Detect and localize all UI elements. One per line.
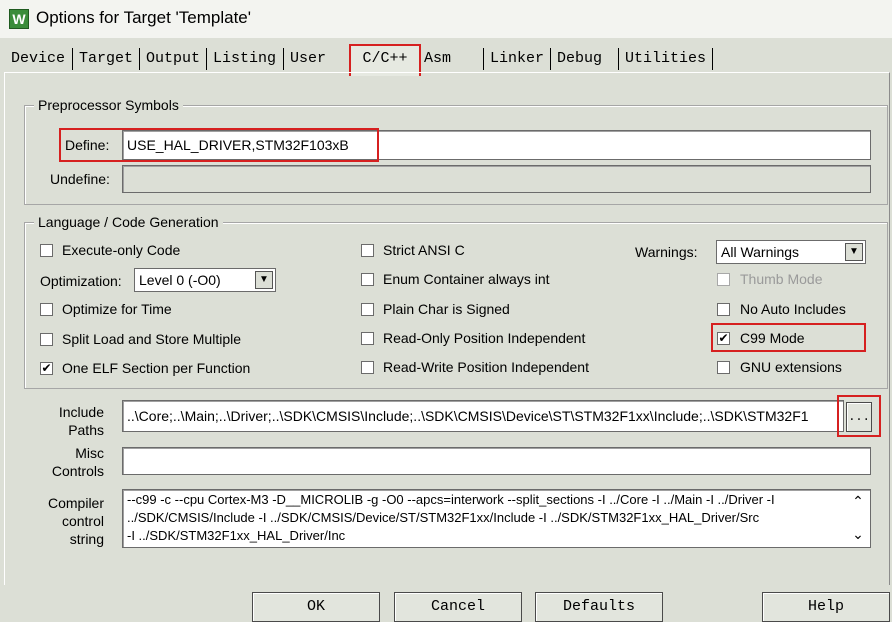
misc-controls-input[interactable] <box>122 447 871 475</box>
tab-device[interactable]: Device <box>11 46 65 72</box>
define-label: Define: <box>65 137 110 153</box>
enum-container-checkbox[interactable] <box>361 273 374 286</box>
tab-separator <box>483 48 484 70</box>
optimization-select[interactable]: Level 0 (-O0) ▼ <box>134 268 276 292</box>
one-elf-checkbox[interactable]: ✔ <box>40 362 53 375</box>
gnu-ext-label: GNU extensions <box>740 359 842 375</box>
undefine-input[interactable] <box>122 165 871 193</box>
tab-separator <box>139 48 140 70</box>
warnings-value: All Warnings <box>721 244 800 260</box>
include-paths-input[interactable]: ..\Core;..\Main;..\Driver;..\SDK\CMSIS\I… <box>122 400 844 432</box>
optimization-value: Level 0 (-O0) <box>139 272 221 288</box>
tab-linker[interactable]: Linker <box>490 46 544 72</box>
chevron-down-icon[interactable]: ▼ <box>255 271 273 289</box>
scroll-up-icon[interactable]: ⌃ <box>850 493 866 510</box>
tab-separator <box>712 48 713 70</box>
ro-pi-label: Read-Only Position Independent <box>383 330 586 346</box>
no-auto-includes-checkbox[interactable] <box>717 303 730 316</box>
tab-separator <box>206 48 207 70</box>
defaults-button[interactable]: Defaults <box>535 592 663 622</box>
compiler-label-1: Compiler <box>47 495 104 511</box>
thumb-mode-checkbox[interactable] <box>717 273 730 286</box>
include-paths-label-1: Include <box>58 404 104 420</box>
optimize-time-label: Optimize for Time <box>62 301 172 317</box>
include-paths-browse-button[interactable]: ... <box>846 402 872 432</box>
plain-char-checkbox[interactable] <box>361 303 374 316</box>
tab-separator <box>618 48 619 70</box>
window-title: Options for Target 'Template' <box>36 8 252 27</box>
compiler-label-2: control <box>61 513 104 529</box>
tab-separator <box>283 48 284 70</box>
optimize-time-checkbox[interactable] <box>40 303 53 316</box>
thumb-mode-label: Thumb Mode <box>740 271 823 287</box>
keil-app-icon: W <box>9 9 29 29</box>
define-input[interactable]: USE_HAL_DRIVER,STM32F103xB <box>122 130 871 160</box>
check-icon: ✔ <box>41 361 52 375</box>
check-icon: ✔ <box>718 331 729 345</box>
include-paths-label-2: Paths <box>68 422 104 438</box>
enum-container-label: Enum Container always int <box>383 271 550 287</box>
undefine-label: Undefine: <box>50 171 110 187</box>
tab-asm[interactable]: Asm <box>424 46 451 72</box>
ok-button[interactable]: OK <box>252 592 380 622</box>
no-auto-includes-label: No Auto Includes <box>740 301 846 317</box>
language-legend: Language / Code Generation <box>34 214 223 230</box>
tab-output[interactable]: Output <box>146 46 200 72</box>
misc-controls-label-2: Controls <box>51 463 104 479</box>
warnings-label: Warnings: <box>635 244 698 260</box>
c99-mode-label: C99 Mode <box>740 330 805 346</box>
cancel-button[interactable]: Cancel <box>394 592 522 622</box>
help-button[interactable]: Help <box>762 592 890 622</box>
split-load-label: Split Load and Store Multiple <box>62 331 241 347</box>
tab-debug[interactable]: Debug <box>557 46 602 72</box>
scroll-down-icon[interactable]: ⌄ <box>850 526 866 543</box>
preprocessor-legend: Preprocessor Symbols <box>34 97 183 113</box>
ro-pi-checkbox[interactable] <box>361 332 374 345</box>
optimization-label: Optimization: <box>40 273 122 289</box>
warnings-select[interactable]: All Warnings ▼ <box>716 240 866 264</box>
split-load-checkbox[interactable] <box>40 333 53 346</box>
execute-only-checkbox[interactable] <box>40 244 53 257</box>
compiler-label-3: string <box>69 531 104 547</box>
compiler-string-line: ../SDK/CMSIS/Include -I ../SDK/CMSIS/Dev… <box>127 510 760 525</box>
strict-ansi-checkbox[interactable] <box>361 244 374 257</box>
gnu-ext-checkbox[interactable] <box>717 361 730 374</box>
one-elf-label: One ELF Section per Function <box>62 360 251 376</box>
strict-ansi-label: Strict ANSI C <box>383 242 465 258</box>
rw-pi-checkbox[interactable] <box>361 361 374 374</box>
tab-listing[interactable]: Listing <box>213 46 276 72</box>
tab-user[interactable]: User <box>290 46 326 72</box>
plain-char-label: Plain Char is Signed <box>383 301 510 317</box>
c99-mode-checkbox[interactable]: ✔ <box>717 332 730 345</box>
misc-controls-label-1: Misc <box>75 445 104 461</box>
compiler-control-string[interactable]: --c99 -c --cpu Cortex-M3 -D__MICROLIB -g… <box>122 489 871 548</box>
tab-separator <box>550 48 551 70</box>
tab-separator <box>72 48 73 70</box>
rw-pi-label: Read-Write Position Independent <box>383 359 589 375</box>
tab-utilities[interactable]: Utilities <box>625 46 706 72</box>
title-bar: W Options for Target 'Template' <box>0 0 892 38</box>
chevron-down-icon[interactable]: ▼ <box>845 243 863 261</box>
execute-only-label: Execute-only Code <box>62 242 181 258</box>
tab-target[interactable]: Target <box>79 46 133 72</box>
compiler-string-line: -I ../SDK/STM32F1xx_HAL_Driver/Inc <box>127 528 346 543</box>
compiler-string-line: --c99 -c --cpu Cortex-M3 -D__MICROLIB -g… <box>127 492 775 507</box>
